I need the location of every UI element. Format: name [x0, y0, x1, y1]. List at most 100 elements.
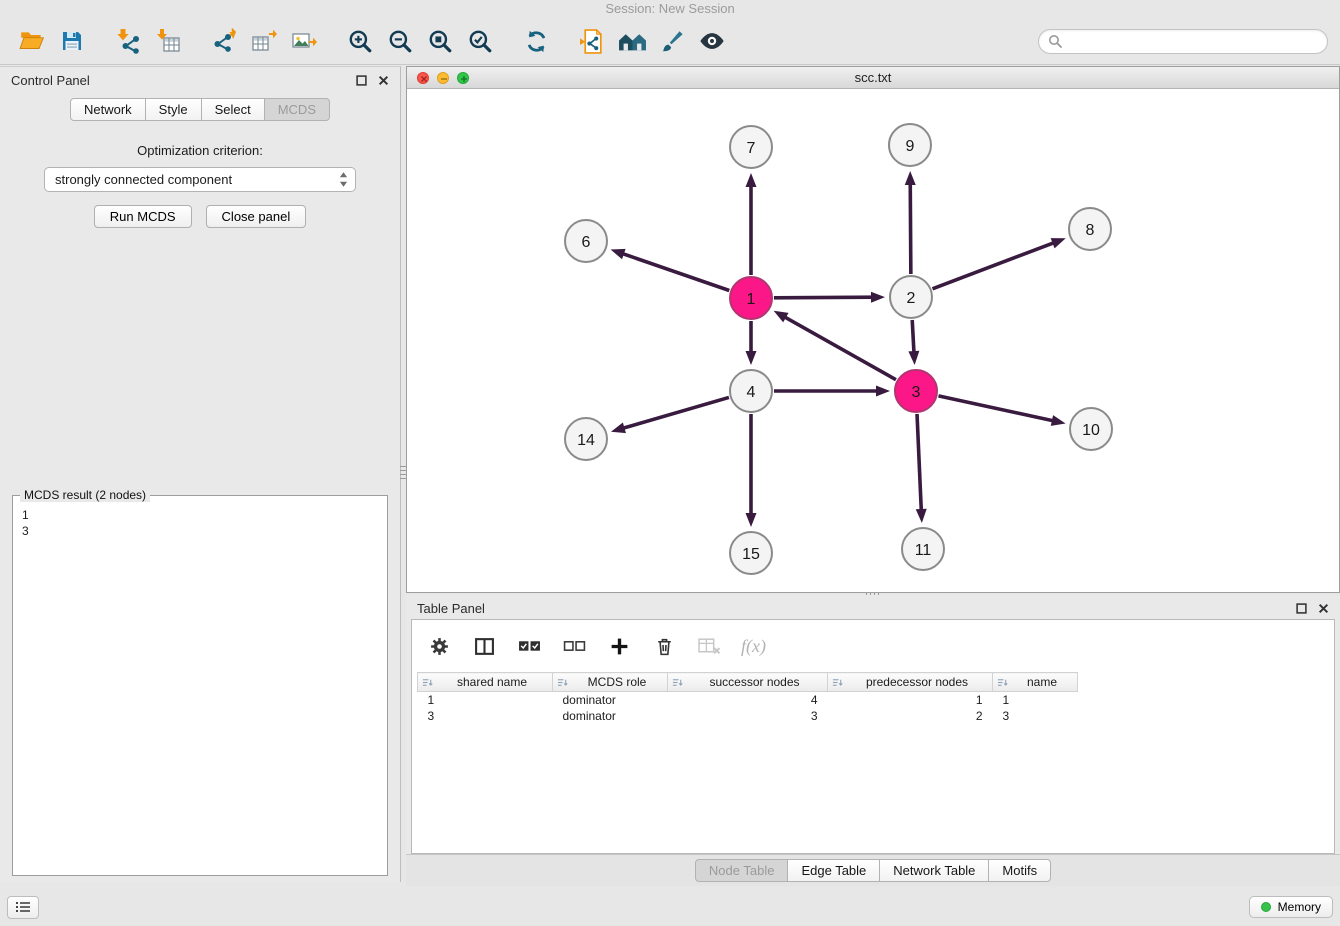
graph-node-11[interactable]: 11 [902, 528, 944, 570]
graph-node-1[interactable]: 1 [730, 277, 772, 319]
graph-edge-4-15[interactable] [746, 414, 757, 527]
search-input[interactable] [1068, 34, 1318, 49]
column-header-successor-nodes[interactable]: successor nodes [668, 673, 828, 692]
network-from-selection-button[interactable] [572, 21, 612, 61]
open-session-button[interactable] [12, 21, 52, 61]
optimization-criterion-select[interactable]: strongly connected component [44, 167, 356, 192]
table-cell[interactable]: 1 [828, 692, 993, 708]
mcds-result-list[interactable]: 13 [13, 496, 387, 550]
task-history-button[interactable] [7, 896, 39, 919]
graph-node-4[interactable]: 4 [730, 370, 772, 412]
graph-edge-1-2[interactable] [774, 292, 885, 303]
network-canvas[interactable]: 7 9 6 8 1 2 4 3 14 10 15 11 [407, 89, 1339, 592]
network-window-titlebar[interactable]: scc.txt [407, 67, 1339, 89]
column-sort-icon [997, 677, 1008, 688]
select-all-button[interactable] [516, 633, 542, 659]
tab-network[interactable]: Network [70, 98, 146, 121]
table-row[interactable]: 1dominator411 [418, 692, 1078, 708]
export-image-button[interactable] [284, 21, 324, 61]
graph-node-15[interactable]: 15 [730, 532, 772, 574]
graph-edge-1-7[interactable] [746, 173, 757, 275]
tab-style[interactable]: Style [145, 98, 202, 121]
mcds-result-item[interactable]: 3 [22, 523, 378, 539]
graph-edge-4-14[interactable] [611, 397, 729, 433]
table-cell[interactable]: 4 [668, 692, 828, 708]
graph-edge-3-11[interactable] [916, 414, 927, 523]
column-header-shared-name[interactable]: shared name [418, 673, 553, 692]
close-panel-icon[interactable] [378, 75, 389, 86]
show-graphics-details-button[interactable] [692, 21, 732, 61]
table-cell[interactable]: 3 [993, 708, 1078, 724]
table-cell[interactable]: 3 [668, 708, 828, 724]
zoom-in-button[interactable] [340, 21, 380, 61]
zoom-fit-button[interactable] [420, 21, 460, 61]
column-header-name[interactable]: name [993, 673, 1078, 692]
graph-node-3[interactable]: 3 [895, 370, 937, 412]
graph-node-6[interactable]: 6 [565, 220, 607, 262]
zoom-selected-button[interactable] [460, 21, 500, 61]
table-cell[interactable]: 1 [418, 692, 553, 708]
tab-select[interactable]: Select [201, 98, 265, 121]
first-neighbors-button[interactable] [612, 21, 652, 61]
graph-node-8[interactable]: 8 [1069, 208, 1111, 250]
graph-edge-2-9[interactable] [905, 171, 916, 274]
import-table-button[interactable] [148, 21, 188, 61]
add-entry-button[interactable] [606, 633, 632, 659]
delete-table-button[interactable] [696, 633, 722, 659]
graph-node-2[interactable]: 2 [890, 276, 932, 318]
search-box[interactable] [1038, 29, 1328, 54]
graph-node-9[interactable]: 9 [889, 124, 931, 166]
export-table-button[interactable] [244, 21, 284, 61]
float-table-panel-icon[interactable] [1296, 603, 1307, 614]
table-settings-button[interactable] [426, 633, 452, 659]
table-cell[interactable]: dominator [553, 708, 668, 724]
table-tab-node-table[interactable]: Node Table [695, 859, 789, 882]
table-cell[interactable]: dominator [553, 692, 668, 708]
graph-edge-2-3[interactable] [908, 320, 919, 365]
memory-button[interactable]: Memory [1249, 896, 1333, 918]
zoom-window-icon[interactable] [457, 72, 469, 84]
table-tab-edge-table[interactable]: Edge Table [787, 859, 880, 882]
graph-edge-1-4[interactable] [746, 321, 757, 365]
zoom-out-button[interactable] [380, 21, 420, 61]
table-tab-motifs[interactable]: Motifs [988, 859, 1051, 882]
save-session-button[interactable] [52, 21, 92, 61]
graph-edge-4-3[interactable] [774, 386, 890, 397]
float-panel-icon[interactable] [356, 75, 367, 86]
table-panel-body: f(x) shared nameMCDS rolesuccessor nodes… [411, 619, 1335, 854]
graph-node-10[interactable]: 10 [1070, 408, 1112, 450]
graph-edge-1-6[interactable] [611, 249, 730, 291]
column-header-MCDS-role[interactable]: MCDS role [553, 673, 668, 692]
split-panel-button[interactable] [471, 633, 497, 659]
memory-status-icon [1261, 902, 1271, 912]
refresh-layout-button[interactable] [516, 21, 556, 61]
table-tab-network-table[interactable]: Network Table [879, 859, 989, 882]
mcds-result-box: MCDS result (2 nodes) 13 [12, 495, 388, 876]
mcds-result-item[interactable]: 1 [22, 507, 378, 523]
graph-node-14[interactable]: 14 [565, 418, 607, 460]
apply-style-button[interactable] [652, 21, 692, 61]
gear-icon [429, 636, 450, 657]
graph-edge-3-10[interactable] [938, 396, 1065, 426]
search-icon [1048, 34, 1062, 48]
close-table-panel-icon[interactable] [1318, 603, 1329, 614]
table-cell[interactable]: 1 [993, 692, 1078, 708]
table-cell[interactable]: 2 [828, 708, 993, 724]
tab-mcds[interactable]: MCDS [264, 98, 330, 121]
graph-node-7[interactable]: 7 [730, 126, 772, 168]
import-network-button[interactable] [108, 21, 148, 61]
column-header-predecessor-nodes[interactable]: predecessor nodes [828, 673, 993, 692]
graph-edge-2-8[interactable] [933, 238, 1066, 289]
zoom-out-icon [387, 28, 413, 54]
function-builder-button[interactable]: f(x) [741, 633, 766, 659]
run-mcds-button[interactable]: Run MCDS [94, 205, 192, 228]
minimize-window-icon[interactable] [437, 72, 449, 84]
close-window-icon[interactable] [417, 72, 429, 84]
deselect-all-button[interactable] [561, 633, 587, 659]
table-cell[interactable]: 3 [418, 708, 553, 724]
export-network-button[interactable] [204, 21, 244, 61]
close-panel-button[interactable]: Close panel [206, 205, 307, 228]
delete-entry-button[interactable] [651, 633, 677, 659]
graph-edge-3-1[interactable] [774, 311, 896, 380]
table-row[interactable]: 3dominator323 [418, 708, 1078, 724]
